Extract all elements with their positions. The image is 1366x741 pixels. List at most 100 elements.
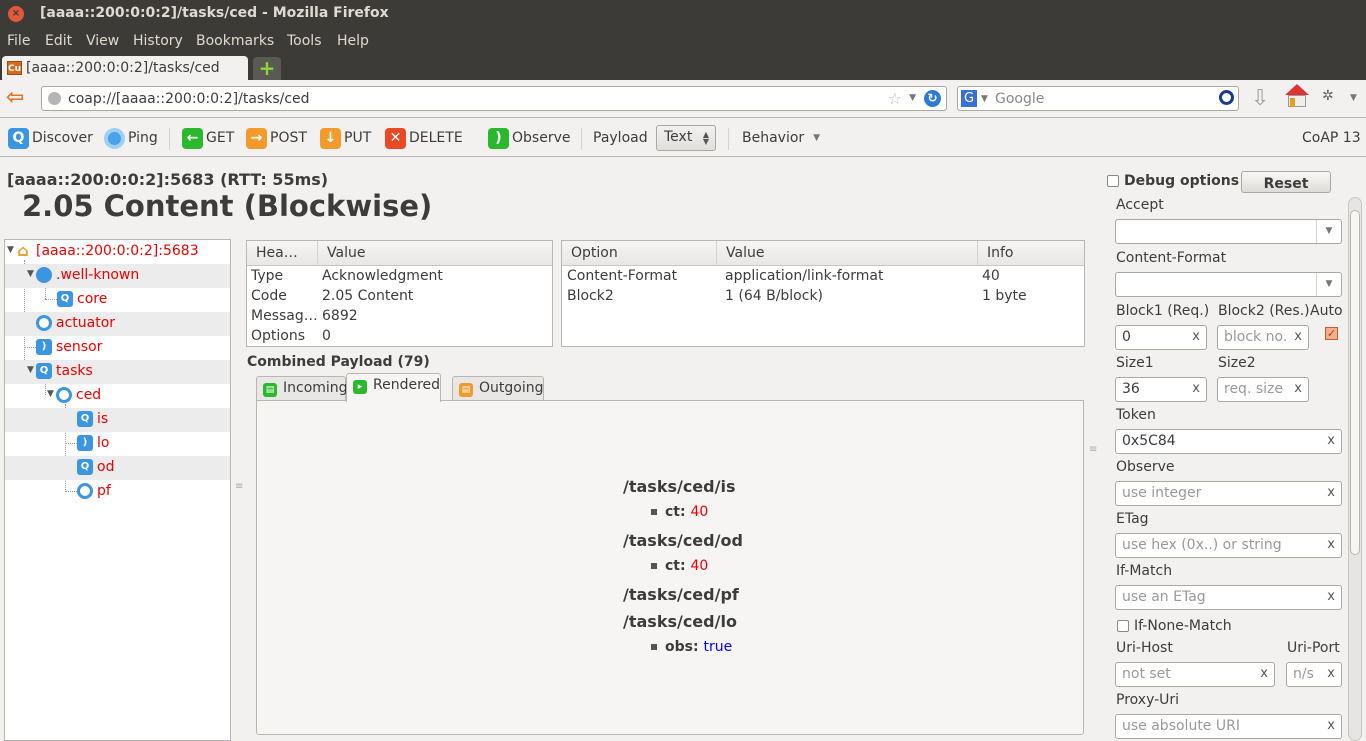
tree-item-is[interactable]: Q is	[5, 408, 230, 432]
expand-twisty-icon[interactable]: ▼	[27, 269, 34, 279]
tree-item-sensor[interactable]: ) sensor	[5, 336, 230, 360]
tree-item-ced[interactable]: ▼ ced	[5, 384, 230, 408]
menu-file[interactable]: File	[7, 33, 30, 49]
post-label: POST	[270, 130, 307, 146]
clear-icon[interactable]: x	[1327, 589, 1335, 604]
tab-rendered[interactable]: ▸ Rendered	[346, 373, 441, 402]
column-header-header[interactable]: Hea…	[247, 241, 318, 266]
clear-icon[interactable]: x	[1327, 485, 1335, 500]
back-button[interactable]: ⇦	[6, 87, 24, 109]
clear-icon[interactable]: x	[1327, 666, 1335, 681]
addon-bug-icon[interactable]: ✲	[1322, 88, 1334, 104]
site-identity-icon[interactable]	[48, 92, 61, 105]
column-header-info[interactable]: Info	[978, 241, 1084, 266]
search-bar[interactable]: G ▼ Google	[957, 86, 1239, 111]
tree-item-pf[interactable]: pf	[5, 480, 230, 504]
expand-twisty-icon[interactable]: ▼	[7, 245, 14, 255]
scrollbar-thumb[interactable]	[1350, 210, 1360, 555]
observe-input[interactable]: use integer x	[1115, 481, 1342, 506]
reset-button[interactable]: Reset	[1241, 171, 1331, 193]
bookmark-star-icon[interactable]: ☆	[888, 89, 902, 108]
options-panel-scrollbar[interactable]	[1348, 197, 1362, 741]
block2-input[interactable]: block no. x	[1217, 325, 1309, 350]
tree-item-od[interactable]: Q od	[5, 456, 230, 480]
right-splitter-handle[interactable]: ≡	[1089, 445, 1097, 455]
token-input[interactable]: 0x5C84 x	[1115, 429, 1342, 454]
url-bar[interactable]: coap://[aaaa::200:0:0:2]/tasks/ced ☆ ▼ ↻	[41, 86, 947, 111]
uri-host-input[interactable]: not set x	[1115, 662, 1275, 687]
column-header-option[interactable]: Option	[562, 241, 717, 266]
content-format-select[interactable]: ▼	[1115, 272, 1342, 297]
search-engine-icon[interactable]: G	[961, 90, 977, 107]
post-button[interactable]: → POST	[246, 126, 307, 150]
ping-icon	[104, 127, 125, 149]
proxy-uri-input[interactable]: use absolute URI x	[1115, 714, 1342, 739]
search-engine-dropdown-icon[interactable]: ▼	[981, 94, 988, 104]
observe-button[interactable]: ) Observe	[488, 126, 570, 150]
clear-icon[interactable]: x	[1260, 666, 1268, 681]
behavior-menu-button[interactable]: Behavior ▼	[742, 126, 820, 150]
history-dropdown-icon[interactable]: ▼	[909, 93, 916, 103]
auto-checkbox[interactable]: ✓	[1325, 327, 1338, 340]
uri-port-input[interactable]: n/s x	[1286, 662, 1342, 687]
clear-icon[interactable]: x	[1327, 537, 1335, 552]
browser-tab-active[interactable]: Cu [aaaa::200:0:0:2]/tasks/ced	[2, 56, 248, 80]
bullet-icon	[651, 644, 657, 650]
expand-twisty-icon[interactable]: ▼	[47, 389, 54, 399]
menu-view[interactable]: View	[86, 33, 119, 49]
window-close-button[interactable]: ×	[8, 6, 24, 22]
tree-item-core[interactable]: Q core	[5, 288, 230, 312]
tab-incoming[interactable]: ▤ Incoming	[256, 376, 348, 401]
payload-format-select[interactable]: Text ▲ ▼	[656, 125, 716, 151]
menu-history[interactable]: History	[133, 33, 183, 49]
clear-icon[interactable]: x	[1327, 433, 1335, 448]
ping-button[interactable]: Ping	[104, 126, 158, 150]
menu-help[interactable]: Help	[337, 33, 369, 49]
addon-dropdown-icon[interactable]: ▼	[1350, 93, 1357, 103]
column-header-value[interactable]: Value	[717, 241, 978, 266]
tab-outgoing[interactable]: ▤ Outgoing	[452, 376, 544, 401]
payload-label: Payload	[593, 130, 648, 146]
if-none-match-checkbox[interactable]	[1117, 620, 1129, 632]
home-icon[interactable]	[1285, 84, 1309, 108]
column-header-value[interactable]: Value	[318, 241, 552, 266]
get-button[interactable]: ← GET	[182, 126, 234, 150]
table-cell: Messag…	[251, 308, 318, 324]
debug-options-label: Debug options	[1124, 173, 1240, 189]
left-splitter-handle[interactable]: ≡	[235, 482, 243, 492]
etag-input[interactable]: use hex (0x..) or string x	[1115, 533, 1342, 558]
delete-button[interactable]: ✕ DELETE	[385, 126, 463, 150]
tree-item-actuator[interactable]: actuator	[5, 312, 230, 336]
new-tab-button[interactable]: +	[253, 57, 281, 80]
block1-input[interactable]: 0 x	[1115, 325, 1207, 350]
search-input[interactable]: Google	[995, 91, 1044, 107]
reload-icon[interactable]: ↻	[924, 90, 941, 107]
debug-options-checkbox[interactable]	[1107, 175, 1119, 187]
menu-tools[interactable]: Tools	[287, 33, 322, 49]
header-table: Hea… Value Type Acknowledgment Code 2.05…	[246, 240, 553, 347]
tree-item-tasks[interactable]: ▼ Q tasks	[5, 360, 230, 384]
clear-icon[interactable]: x	[1294, 381, 1302, 396]
if-match-input[interactable]: use an ETag x	[1115, 585, 1342, 610]
url-input[interactable]: coap://[aaaa::200:0:0:2]/tasks/ced	[68, 91, 310, 107]
discover-button[interactable]: Q Discover	[8, 126, 93, 150]
size2-input[interactable]: req. size x	[1217, 377, 1309, 402]
clear-icon[interactable]: x	[1192, 381, 1200, 396]
put-button[interactable]: ↓ PUT	[320, 126, 371, 150]
clear-icon[interactable]: x	[1327, 718, 1335, 733]
accept-select[interactable]: ▼	[1115, 219, 1342, 244]
size1-input[interactable]: 36 x	[1115, 377, 1207, 402]
link-resource-path: /tasks/ced/od	[623, 531, 743, 550]
clear-icon[interactable]: x	[1192, 329, 1200, 344]
tree-item-root[interactable]: ▼ ⌂ [aaaa::200:0:0:2]:5683	[5, 240, 230, 264]
tree-item-lo[interactable]: ) lo	[5, 432, 230, 456]
table-cell: 1 byte	[982, 288, 1027, 304]
downloads-icon[interactable]: ⇩	[1251, 86, 1269, 111]
expand-twisty-icon[interactable]: ▼	[27, 365, 34, 375]
tree-item-well-known[interactable]: ▼ .well-known	[5, 264, 230, 288]
menu-edit[interactable]: Edit	[45, 33, 72, 49]
menu-bookmarks[interactable]: Bookmarks	[196, 33, 274, 49]
block2-placeholder: block no.	[1224, 329, 1288, 345]
search-icon[interactable]	[1219, 90, 1234, 105]
clear-icon[interactable]: x	[1294, 329, 1302, 344]
